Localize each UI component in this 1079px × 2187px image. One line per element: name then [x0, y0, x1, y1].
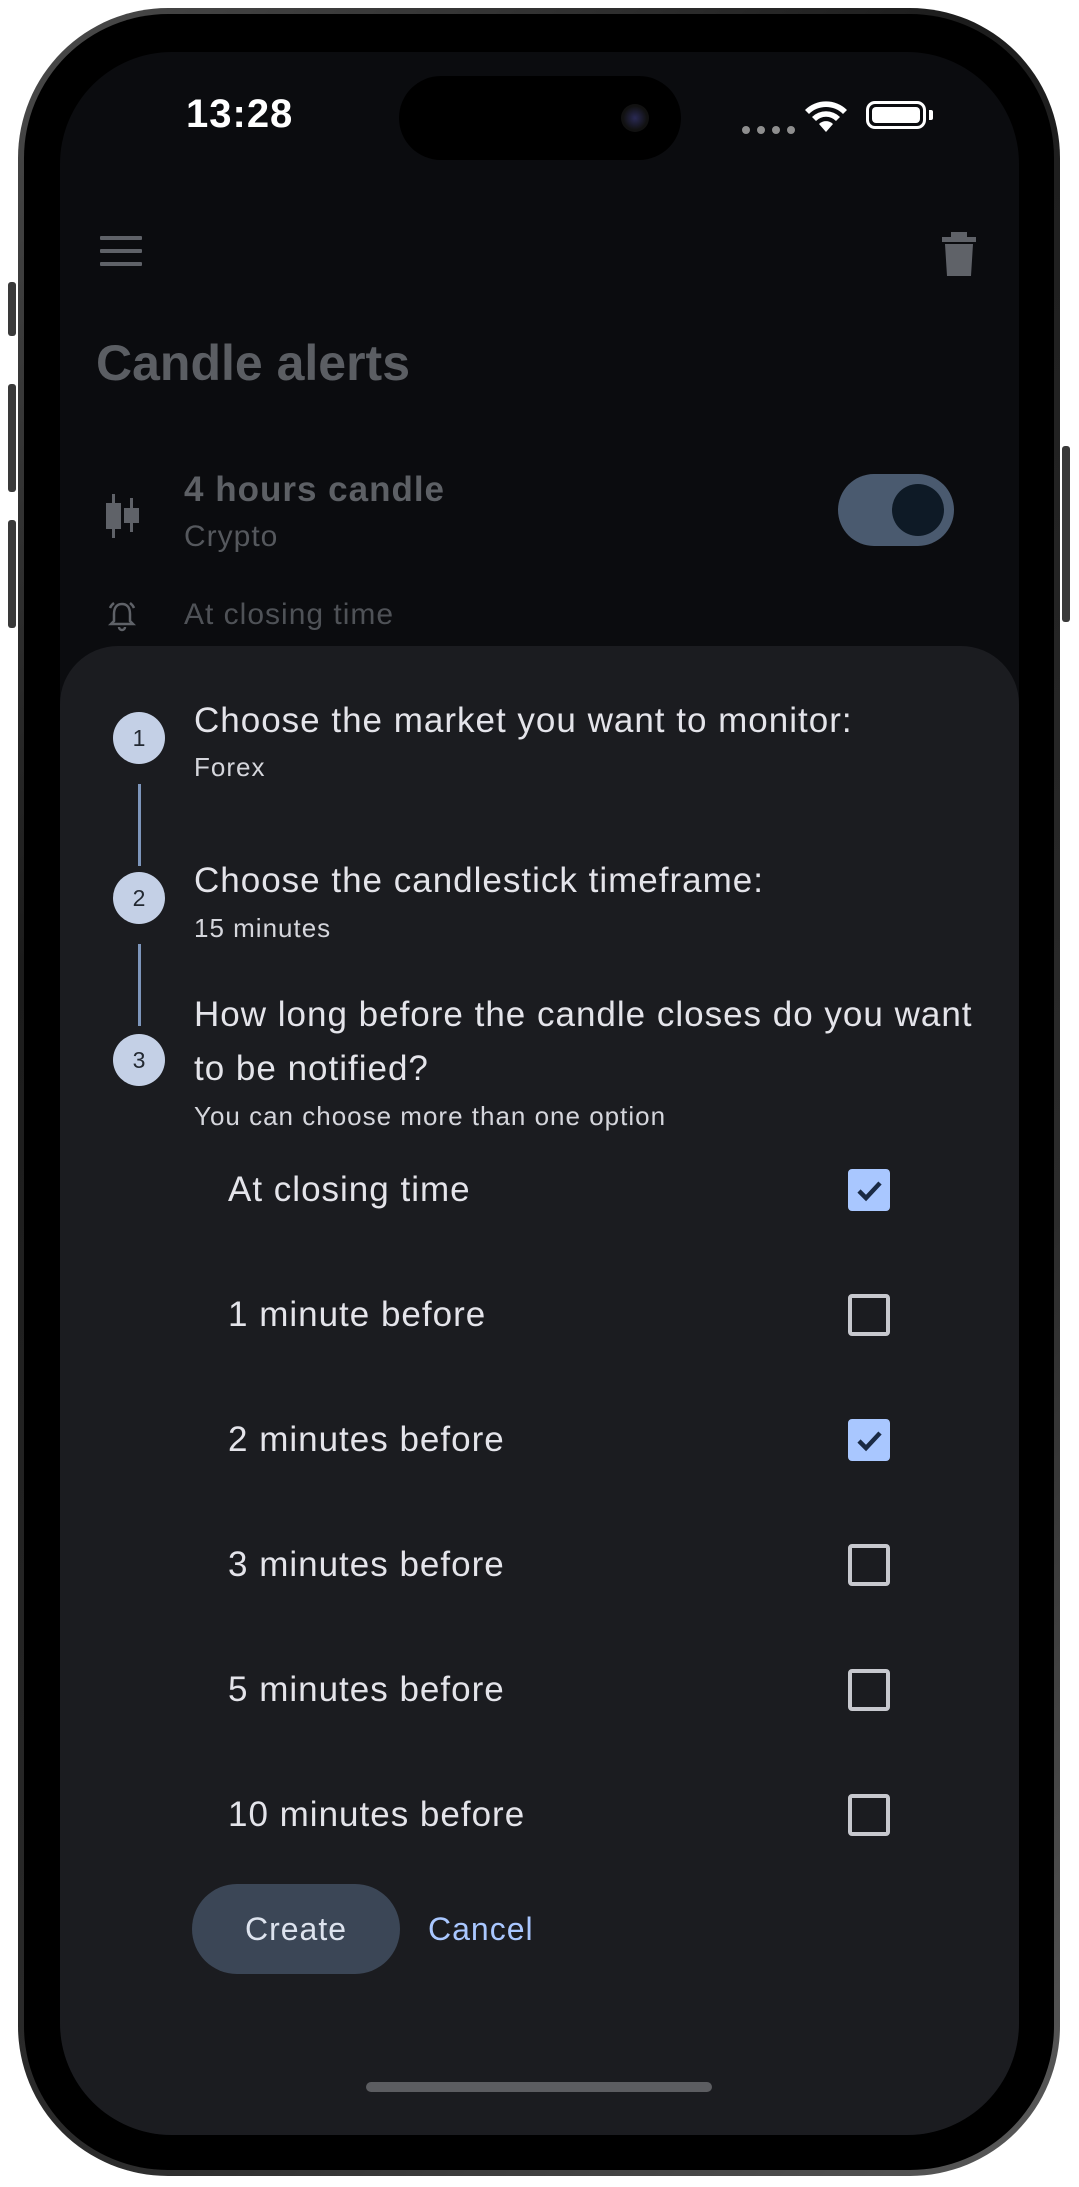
step-title-timeframe[interactable]: Choose the candlestick timeframe: [194, 854, 974, 908]
option-row-1-minute[interactable]: 1 minute before [228, 1275, 928, 1355]
battery-tip [929, 110, 933, 120]
step-title-notify: How long before the candle closes do you… [194, 995, 973, 1088]
alert-timing: At closing time [184, 598, 395, 631]
option-row-5-minutes[interactable]: 5 minutes before [228, 1650, 928, 1730]
phone-screen: 13:28 Candle alerts 4 hours candle Crypt… [60, 52, 1019, 2135]
option-label: At closing time [228, 1170, 471, 1209]
option-checkbox[interactable] [848, 1669, 890, 1711]
option-label: 3 minutes before [228, 1545, 505, 1584]
dynamic-island [399, 76, 681, 160]
alert-toggle[interactable] [838, 474, 954, 546]
home-indicator[interactable] [366, 2082, 712, 2092]
option-row-3-minutes[interactable]: 3 minutes before [228, 1525, 928, 1605]
step-hint-notify: You can choose more than one option [194, 1101, 667, 1131]
toggle-knob [892, 484, 944, 536]
step-value-timeframe: 15 minutes [194, 913, 332, 943]
step-number-3: 3 [113, 1034, 165, 1086]
alert-title: 4 hours candle [184, 470, 446, 509]
checkmark-icon [857, 1181, 882, 1202]
checkmark-icon [857, 1431, 882, 1452]
option-label: 5 minutes before [228, 1670, 505, 1709]
option-checkbox[interactable] [848, 1419, 890, 1461]
create-button[interactable]: Create [192, 1884, 400, 1974]
page-title: Candle alerts [96, 335, 411, 391]
step-number-1: 1 [113, 712, 165, 764]
wifi-icon [805, 101, 847, 132]
step-number-2: 2 [113, 872, 165, 924]
option-checkbox[interactable] [848, 1794, 890, 1836]
alert-market: Crypto [184, 520, 279, 553]
battery-icon [866, 101, 926, 129]
side-button-power [1062, 446, 1070, 622]
option-row-2-minutes[interactable]: 2 minutes before [228, 1400, 928, 1480]
step-connector [138, 784, 141, 866]
option-checkbox[interactable] [848, 1544, 890, 1586]
option-label: 2 minutes before [228, 1420, 505, 1459]
side-button-volume-down [8, 520, 16, 628]
signal-dots-icon [742, 126, 795, 134]
option-row-10-minutes[interactable]: 10 minutes before [228, 1775, 928, 1855]
option-label: 1 minute before [228, 1295, 487, 1334]
status-time: 13:28 [186, 92, 294, 136]
candlestick-icon [106, 494, 139, 538]
camera-icon [621, 104, 649, 132]
step-title-market[interactable]: Choose the market you want to monitor: [194, 694, 974, 748]
side-button-action [8, 282, 16, 336]
step-connector [138, 944, 141, 1026]
cancel-button[interactable]: Cancel [428, 1884, 534, 1974]
option-label: 10 minutes before [228, 1795, 526, 1834]
step-value-market: Forex [194, 752, 266, 782]
bell-icon [107, 601, 137, 632]
option-checkbox[interactable] [848, 1169, 890, 1211]
option-row-closing-time[interactable]: At closing time [228, 1150, 928, 1230]
hamburger-menu-icon[interactable] [100, 236, 142, 275]
side-button-volume-up [8, 384, 16, 492]
trash-icon[interactable] [942, 232, 976, 276]
option-checkbox[interactable] [848, 1294, 890, 1336]
